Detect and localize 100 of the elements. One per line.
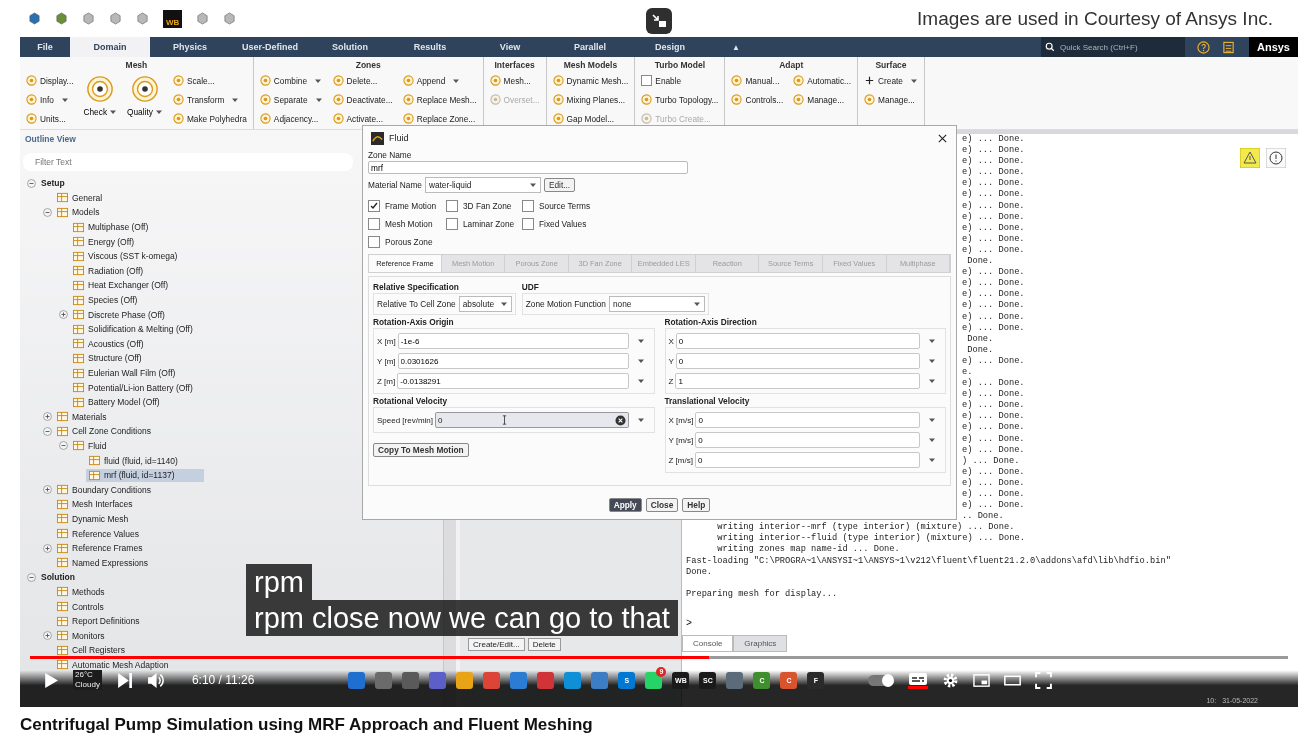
menu-tab[interactable]: Domain bbox=[70, 37, 150, 57]
panel-tab[interactable]: Graphics bbox=[733, 635, 788, 652]
cube-icon[interactable] bbox=[223, 12, 237, 25]
tree-item[interactable]: Discrete Phase (Off) bbox=[70, 308, 168, 322]
tree-item[interactable]: Report Definitions bbox=[54, 614, 143, 628]
panel-tab[interactable]: Console bbox=[682, 635, 734, 652]
ribbon-button[interactable]: Scale... bbox=[172, 73, 247, 88]
material-dropdown[interactable]: water-liquid bbox=[424, 177, 541, 193]
relative-dropdown[interactable]: absolute bbox=[458, 296, 512, 312]
ribbon-button[interactable]: Quality bbox=[127, 73, 163, 117]
tree-item[interactable]: General bbox=[54, 191, 106, 205]
expand-icon[interactable] bbox=[42, 485, 52, 495]
checkbox[interactable] bbox=[446, 200, 458, 212]
tree-item[interactable]: Solution bbox=[38, 571, 78, 584]
ribbon-button[interactable]: Replace Mesh... bbox=[402, 92, 477, 107]
settings-icon[interactable] bbox=[942, 671, 960, 689]
cube-icon[interactable] bbox=[82, 12, 95, 25]
ribbon-button[interactable]: Automatic... bbox=[793, 73, 852, 88]
tree-item[interactable]: Dynamic Mesh bbox=[54, 512, 132, 526]
collapse-icon[interactable] bbox=[26, 178, 36, 188]
menu-tab[interactable]: View bbox=[470, 37, 550, 57]
fullscreen-icon[interactable] bbox=[1035, 671, 1053, 689]
ribbon-button[interactable]: Turbo Topology... bbox=[641, 92, 719, 107]
tree-item[interactable]: Species (Off) bbox=[70, 293, 141, 307]
number-field[interactable]: 0 bbox=[695, 432, 920, 448]
tree-item[interactable]: Boundary Conditions bbox=[54, 483, 154, 497]
ribbon-button[interactable]: Check bbox=[83, 73, 118, 117]
ribbon-button[interactable]: Deactivate... bbox=[332, 92, 393, 107]
tree-item[interactable]: Heat Exchanger (Off) bbox=[70, 278, 172, 292]
menu-tab[interactable]: Results bbox=[390, 37, 470, 57]
collapse-icon[interactable] bbox=[42, 426, 52, 436]
dialog-button[interactable]: Help bbox=[682, 498, 711, 512]
tree-item[interactable]: Fluid bbox=[70, 439, 110, 453]
ribbon-button[interactable]: Display... bbox=[26, 73, 74, 88]
ribbon-button[interactable]: Activate... bbox=[332, 111, 393, 126]
help-icon[interactable] bbox=[1196, 40, 1210, 54]
ribbon-button[interactable]: Replace Zone... bbox=[402, 111, 477, 126]
tree-item[interactable]: mrf (fluid, id=1137) bbox=[86, 468, 205, 482]
subtitles-button[interactable] bbox=[908, 671, 929, 689]
caret-icon[interactable] bbox=[636, 337, 645, 345]
menu-tab[interactable]: Solution bbox=[310, 37, 390, 57]
tree-item[interactable]: Reference Frames bbox=[54, 541, 146, 555]
checkbox[interactable] bbox=[368, 200, 380, 212]
tree-item[interactable]: Controls bbox=[54, 600, 107, 613]
dialog-button[interactable]: Apply bbox=[608, 498, 642, 512]
copy-button[interactable]: Copy To Mesh Motion bbox=[373, 443, 469, 457]
info-icon[interactable] bbox=[1266, 148, 1286, 168]
cube-icon[interactable] bbox=[55, 12, 68, 25]
close-icon[interactable] bbox=[937, 132, 948, 144]
play-icon[interactable] bbox=[42, 671, 59, 689]
tree-item[interactable]: Eulerian Wall Film (Off) bbox=[70, 366, 179, 380]
tree-item[interactable]: Radiation (Off) bbox=[70, 264, 147, 278]
tree-item[interactable]: Energy (Off) bbox=[70, 235, 138, 249]
dialog-button[interactable]: Close bbox=[645, 498, 679, 512]
miniplayer-icon[interactable] bbox=[973, 671, 991, 689]
speed-field[interactable]: 0 bbox=[435, 412, 629, 428]
tree-item[interactable]: Materials bbox=[54, 410, 110, 424]
ribbon-button[interactable]: Manual... bbox=[731, 73, 784, 88]
caret-icon[interactable] bbox=[928, 337, 936, 345]
menu-tab[interactable]: Parallel bbox=[550, 37, 630, 57]
checkbox[interactable] bbox=[522, 200, 534, 212]
checkbox[interactable] bbox=[368, 236, 380, 248]
tree-item[interactable]: Solidification & Melting (Off) bbox=[70, 322, 196, 336]
menu-tab[interactable]: File bbox=[20, 37, 70, 57]
cube-icon[interactable] bbox=[28, 12, 41, 25]
ribbon-button[interactable]: Gap Model... bbox=[552, 111, 629, 126]
caret-icon[interactable] bbox=[636, 377, 645, 385]
panel-button[interactable]: Create/Edit... bbox=[468, 638, 525, 651]
tree-item[interactable]: Cell Zone Conditions bbox=[54, 424, 154, 438]
panel-button[interactable]: Delete bbox=[527, 638, 561, 651]
autoplay-toggle[interactable] bbox=[868, 674, 895, 686]
tree-item[interactable]: fluid (fluid, id=1140) bbox=[86, 454, 181, 468]
caret-icon[interactable] bbox=[928, 456, 936, 464]
cube-icon[interactable] bbox=[136, 12, 149, 25]
checkbox[interactable] bbox=[368, 218, 380, 230]
number-field[interactable]: 1 bbox=[675, 373, 920, 389]
exit-fullscreen-icon[interactable] bbox=[646, 8, 672, 34]
cube-icon[interactable] bbox=[109, 12, 122, 25]
ribbon-button[interactable]: Mesh... bbox=[489, 73, 540, 88]
tree-item[interactable]: Named Expressions bbox=[54, 556, 152, 570]
expand-icon[interactable] bbox=[58, 310, 68, 320]
workbench-icon[interactable]: WB bbox=[163, 9, 183, 28]
ribbon-button[interactable]: Units... bbox=[26, 111, 74, 126]
tree-item[interactable]: Structure (Off) bbox=[70, 351, 145, 365]
console-prompt[interactable]: > bbox=[686, 618, 692, 629]
ribbon-button[interactable]: Combine bbox=[259, 73, 323, 88]
warning-icon[interactable] bbox=[1240, 148, 1260, 168]
tree-item[interactable]: Viscous (SST k-omega) bbox=[70, 249, 181, 263]
expand-icon[interactable] bbox=[42, 412, 52, 422]
ribbon-button[interactable]: Dynamic Mesh... bbox=[552, 73, 629, 88]
tree-item[interactable]: Monitors bbox=[54, 629, 108, 643]
ribbon-button[interactable]: Manage... bbox=[793, 92, 852, 107]
tree-item[interactable]: Setup bbox=[38, 177, 68, 190]
tree-item[interactable]: Mesh Interfaces bbox=[54, 497, 136, 511]
number-field[interactable]: -0.0138291 bbox=[397, 373, 629, 389]
menu-tab[interactable]: Physics bbox=[150, 37, 230, 57]
next-icon[interactable] bbox=[115, 671, 133, 689]
ribbon-button[interactable]: Append bbox=[402, 73, 477, 88]
search-field[interactable]: Quick Search (Ctrl+F) bbox=[1040, 37, 1185, 57]
edit-button[interactable]: Edit... bbox=[543, 178, 576, 192]
